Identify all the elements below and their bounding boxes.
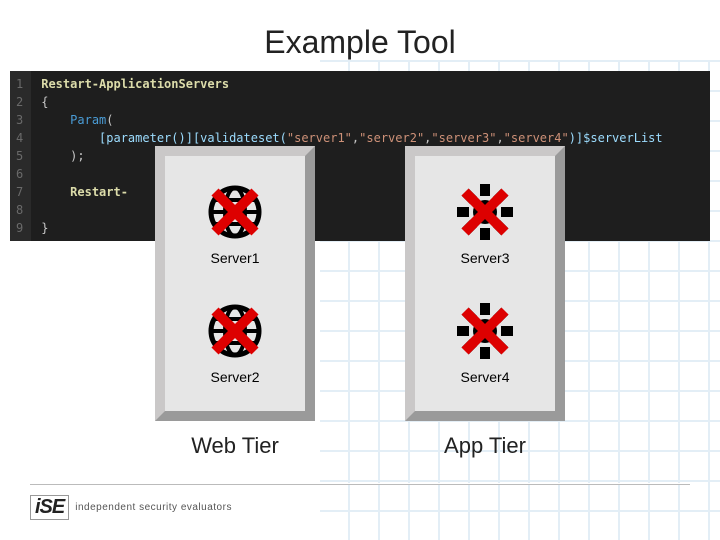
server-card: Server4 — [415, 301, 555, 385]
cross-icon — [455, 182, 515, 242]
app-tier-box: Server3 — [405, 146, 565, 421]
cross-icon — [205, 182, 265, 242]
tier-diagram: Server1 Server2 — [0, 146, 720, 459]
cross-icon — [455, 301, 515, 361]
cross-icon — [205, 301, 265, 361]
server-label: Server1 — [210, 250, 259, 266]
logo: iSE independent security evaluators — [30, 495, 232, 520]
server-card: Server2 — [165, 301, 305, 385]
slide-title: Example Tool — [0, 0, 720, 71]
server-label: Server3 — [460, 250, 509, 266]
server-card: Server1 — [165, 182, 305, 266]
tier-label: App Tier — [405, 433, 565, 459]
web-tier-box: Server1 Server2 — [155, 146, 315, 421]
web-tier: Server1 Server2 — [155, 146, 315, 459]
logo-mark: iSE — [30, 495, 69, 520]
footer-divider — [30, 484, 690, 485]
server-label: Server4 — [460, 369, 509, 385]
server-card: Server3 — [415, 182, 555, 266]
app-tier: Server3 — [405, 146, 565, 459]
logo-text: independent security evaluators — [75, 502, 232, 513]
tier-label: Web Tier — [155, 433, 315, 459]
server-label: Server2 — [210, 369, 259, 385]
